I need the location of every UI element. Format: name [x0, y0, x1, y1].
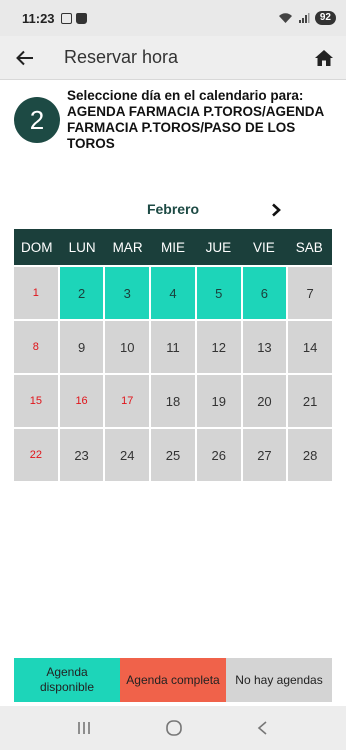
recent-apps-icon[interactable] [76, 720, 92, 736]
legend: Agenda disponible Agenda completa No hay… [14, 658, 332, 702]
day-cell-holiday: 16 [59, 375, 104, 427]
status-bar: 11:23 92 [0, 0, 346, 36]
arrow-left-icon [16, 50, 33, 65]
weekday-label: MIE [160, 239, 185, 255]
battery-badge: 92 [314, 11, 336, 25]
screenshot-icon [60, 12, 72, 24]
day-cell-available[interactable]: 4 [151, 267, 195, 319]
system-nav-bar [0, 706, 346, 750]
day-cell: 8 [14, 321, 58, 373]
weekday-label: SAB [295, 239, 323, 255]
day-cell: 15 [14, 375, 58, 427]
home-circle-icon[interactable] [165, 719, 183, 737]
day-cell-available[interactable]: 2 [59, 267, 104, 319]
legend-full: Agenda completa [120, 658, 226, 702]
day-cell: 26 [196, 429, 241, 481]
chevron-right-icon [272, 203, 281, 217]
day-cell: 9 [59, 321, 104, 373]
day-cell-available[interactable]: 3 [105, 267, 150, 319]
wifi-icon [278, 13, 292, 23]
day-cell-available[interactable]: 5 [196, 267, 241, 319]
day-cell: 19 [196, 375, 241, 427]
day-cell: 20 [242, 375, 287, 427]
day-cell: 10 [105, 321, 150, 373]
back-button[interactable] [0, 36, 50, 80]
day-cell-holiday: 17 [105, 375, 150, 427]
day-cell: 12 [196, 321, 241, 373]
day-cell-available[interactable]: 6 [242, 267, 287, 319]
day-grid: 1 2 3 4 5 6 7 8 9 10 11 12 13 14 15 16 1… [14, 267, 332, 481]
day-cell: 1 [14, 267, 58, 319]
status-time: 11:23 [22, 10, 55, 26]
day-cell: 22 [14, 429, 58, 481]
status-right: 92 [278, 11, 336, 25]
calendar: DOM LUN MAR MIE JUE VIE SAB 1 2 3 4 5 6 … [14, 229, 332, 481]
month-navigation: Febrero [14, 198, 332, 222]
day-cell: 24 [105, 429, 150, 481]
step-header: 2 Seleccione día en el calendario para: … [14, 88, 334, 152]
weekday-header: DOM LUN MAR MIE JUE VIE SAB [14, 229, 332, 265]
page-title: Reservar hora [64, 47, 179, 67]
weekday-label: MAR [112, 239, 143, 255]
day-cell: 25 [151, 429, 195, 481]
home-button[interactable] [302, 36, 346, 80]
day-cell: 13 [242, 321, 287, 373]
day-cell: 23 [59, 429, 104, 481]
shopping-bag-icon [75, 12, 87, 24]
step-number-badge: 2 [14, 97, 60, 143]
day-cell: 27 [242, 429, 287, 481]
legend-none: No hay agendas [226, 658, 332, 702]
day-cell: 7 [288, 267, 332, 319]
day-cell: 14 [288, 321, 332, 373]
day-cell: 28 [288, 429, 332, 481]
next-month-button[interactable] [266, 200, 286, 220]
day-cell: 11 [151, 321, 195, 373]
weekday-label: VIE [252, 239, 275, 255]
app-bar: Reservar hora [0, 36, 346, 80]
day-cell: 21 [288, 375, 332, 427]
step-instructions: Seleccione día en el calendario para: AG… [67, 88, 324, 151]
home-icon [315, 49, 333, 66]
weekday-label: DOM [20, 239, 53, 255]
legend-available: Agenda disponible [14, 658, 120, 702]
back-nav-icon[interactable] [256, 720, 270, 736]
weekday-label: JUE [205, 239, 232, 255]
weekday-label: LUN [68, 239, 96, 255]
day-cell: 18 [151, 375, 195, 427]
signal-icon [298, 13, 310, 23]
status-notification-icons [60, 12, 87, 24]
